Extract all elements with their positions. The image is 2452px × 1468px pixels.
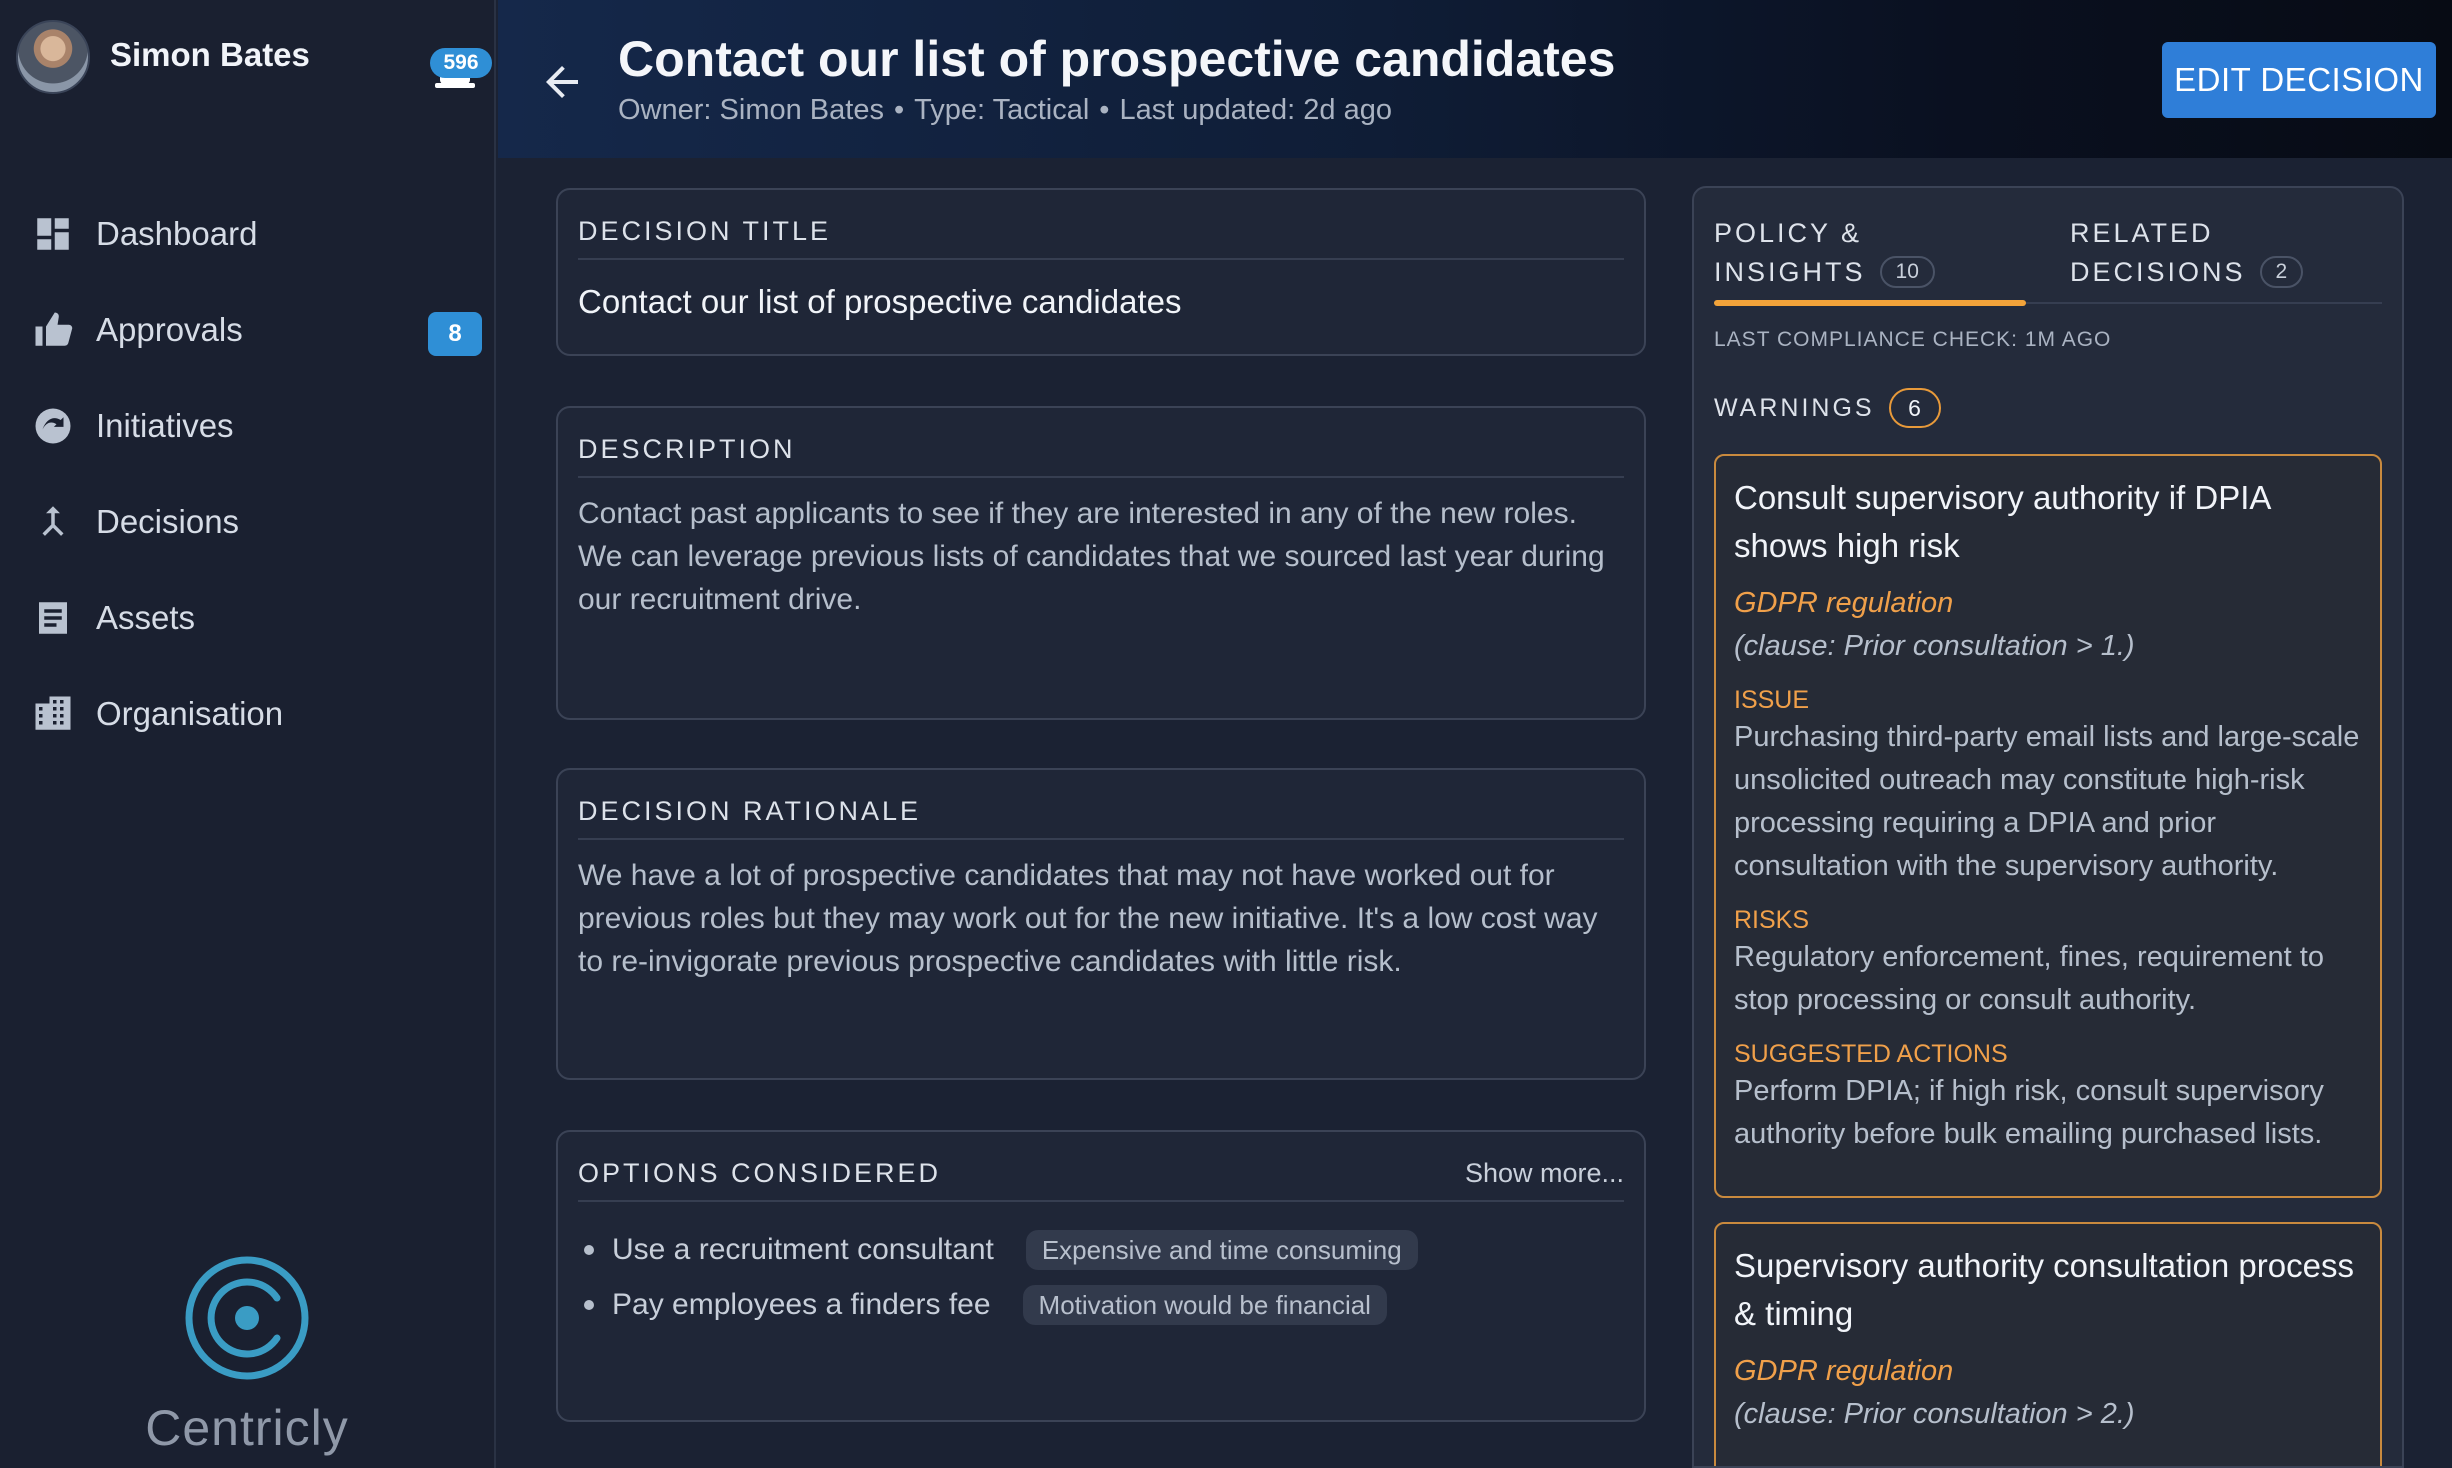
suggested-actions-text: Perform DPIA; if high risk, consult supe… <box>1734 1075 2324 1150</box>
nav-item-dashboard[interactable]: Dashboard <box>0 186 494 282</box>
warnings-count-badge: 6 <box>1888 388 1941 428</box>
panel-tabs: POLICY & INSIGHTS 10 RELATED DECISIONS 2 <box>1714 214 2382 306</box>
brand-name: Centricly <box>145 1400 349 1456</box>
tab-policy-insights[interactable]: POLICY & INSIGHTS 10 <box>1714 214 2026 306</box>
main-nav: Dashboard Approvals 8 Initiatives Decisi… <box>0 186 494 762</box>
nav-item-assets[interactable]: Assets <box>0 570 494 666</box>
nav-item-approvals[interactable]: Approvals 8 <box>0 282 494 378</box>
tab-label-line2: INSIGHTS 10 <box>1714 253 2026 292</box>
page-header: Contact our list of prospective candidat… <box>498 0 2452 158</box>
tab-count-badge: 2 <box>2259 256 2304 288</box>
option-note-chip: Expensive and time consuming <box>1025 1229 1418 1270</box>
decision-title-card: DECISION TITLE Contact our list of prosp… <box>556 188 1646 356</box>
approvals-count-badge: 8 <box>428 312 482 356</box>
card-header: DESCRIPTION <box>578 434 1624 478</box>
nav-label: Decisions <box>96 503 240 540</box>
bullet <box>584 1299 594 1310</box>
tab-related-decisions[interactable]: RELATED DECISIONS 2 <box>2070 214 2370 304</box>
page-title: Contact our list of prospective candidat… <box>618 31 1616 87</box>
options-list: Use a recruitment consultant Expensive a… <box>578 1222 1624 1332</box>
separator-dot: • <box>893 94 905 126</box>
nav-label: Assets <box>96 599 196 636</box>
nav-label: Dashboard <box>96 215 258 252</box>
options-card: OPTIONS CONSIDERED Show more... Use a re… <box>556 1130 1646 1422</box>
edit-decision-button[interactable]: EDIT DECISION <box>2162 42 2436 118</box>
avatar[interactable] <box>16 20 90 94</box>
nav-label: Approvals <box>96 311 243 348</box>
user-profile[interactable]: Simon Bates 596 <box>16 18 492 94</box>
warning-card[interactable]: Consult supervisory authority if DPIA sh… <box>1714 454 2382 1198</box>
tab-label: DECISIONS <box>2070 257 2246 287</box>
issue-text: Purchasing third-party email lists and l… <box>1734 721 2360 882</box>
card-label: DESCRIPTION <box>578 434 796 464</box>
rationale-card: DECISION RATIONALE We have a lot of pros… <box>556 768 1646 1080</box>
document-icon <box>32 597 74 639</box>
bullet <box>584 1244 594 1255</box>
rationale-text: We have a lot of prospective candidates … <box>578 859 1598 978</box>
warning-card[interactable]: Supervisory authority consultation proce… <box>1714 1222 2382 1466</box>
card-label: DECISION TITLE <box>578 216 832 246</box>
risks-label: RISKS <box>1734 906 1810 934</box>
warnings-label: WARNINGS <box>1714 393 1875 422</box>
decision-title-value: Contact our list of prospective candidat… <box>578 283 1182 320</box>
nav-item-initiatives[interactable]: Initiatives <box>0 378 494 474</box>
description-card: DESCRIPTION Contact past applicants to s… <box>556 406 1646 720</box>
regulation-name: GDPR regulation <box>1734 587 1954 619</box>
policy-panel: POLICY & INSIGHTS 10 RELATED DECISIONS 2 L… <box>1692 186 2404 1468</box>
separator-dot: • <box>1099 94 1110 126</box>
warnings-header: WARNINGS 6 <box>1714 388 1941 428</box>
option-note-chip: Motivation would be financial <box>1022 1284 1387 1325</box>
sidebar: Simon Bates 596 Dashboard Approvals 8 In… <box>0 0 496 1468</box>
active-tab-indicator <box>1714 300 2026 306</box>
compliance-status: LAST COMPLIANCE CHECK: 1M AGO <box>1714 328 2112 351</box>
building-icon <box>32 693 74 735</box>
suggested-actions-label: SUGGESTED ACTIONS <box>1734 1040 2008 1068</box>
tab-label: POLICY & <box>1714 218 1863 248</box>
card-header: DECISION RATIONALE <box>578 796 1624 840</box>
initiatives-icon <box>32 405 74 447</box>
card-label: OPTIONS CONSIDERED <box>578 1158 942 1188</box>
card-label: DECISION RATIONALE <box>578 796 922 826</box>
merge-arrow-icon <box>32 501 74 543</box>
card-header: OPTIONS CONSIDERED Show more... <box>578 1158 1624 1202</box>
owner-text: Owner: Simon Bates <box>618 94 884 126</box>
nav-item-decisions[interactable]: Decisions <box>0 474 494 570</box>
decision-meta: Owner: Simon Bates • Type: Tactical • Last u… <box>618 94 1392 127</box>
tab-label-line2: DECISIONS 2 <box>2070 253 2370 292</box>
nav-item-organisation[interactable]: Organisation <box>0 666 494 762</box>
warning-title: Consult supervisory authority if DPIA sh… <box>1734 479 2270 564</box>
nav-label: Initiatives <box>96 407 234 444</box>
centricly-logo-icon <box>185 1256 309 1380</box>
tab-count-badge: 10 <box>1879 256 1935 288</box>
show-more-link[interactable]: Show more... <box>1465 1158 1624 1189</box>
regulation-clause: (clause: Prior consultation > 2.) <box>1734 1398 2135 1430</box>
warning-title: Supervisory authority consultation proce… <box>1734 1247 2354 1332</box>
tab-label: INSIGHTS <box>1714 257 1866 287</box>
brand: Centricly <box>0 1256 494 1457</box>
user-name: Simon Bates <box>110 36 310 73</box>
nav-label: Organisation <box>96 695 284 732</box>
notification-count-badge: 596 <box>430 48 492 78</box>
tab-label: RELATED <box>2070 218 2214 248</box>
regulation-clause: (clause: Prior consultation > 1.) <box>1734 630 2135 662</box>
arrow-left-icon <box>546 66 578 98</box>
list-item: Pay employees a finders fee Motivation w… <box>578 1277 1624 1332</box>
notifications-button[interactable]: 596 <box>414 26 492 96</box>
dashboard-icon <box>32 213 74 255</box>
back-button[interactable] <box>538 58 586 106</box>
card-header: DECISION TITLE <box>578 216 1624 260</box>
option-text: Pay employees a finders fee <box>612 1288 991 1321</box>
option-text: Use a recruitment consultant <box>612 1233 994 1266</box>
type-text: Type: Tactical <box>914 94 1090 126</box>
updated-text: Last updated: 2d ago <box>1119 94 1392 126</box>
thumbs-up-icon <box>32 309 74 351</box>
risks-text: Regulatory enforcement, fines, requireme… <box>1734 941 2324 1016</box>
description-text: Contact past applicants to see if they a… <box>578 497 1605 616</box>
list-item: Use a recruitment consultant Expensive a… <box>578 1222 1624 1277</box>
regulation-name: GDPR regulation <box>1734 1355 1954 1387</box>
issue-label: ISSUE <box>1734 686 1810 714</box>
